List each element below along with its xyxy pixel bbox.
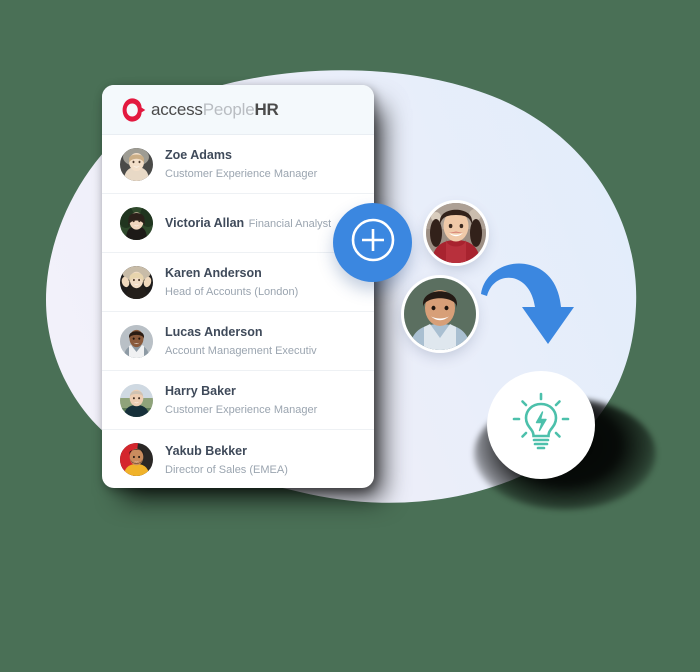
employee-role: Director of Sales (EMEA) — [165, 463, 288, 476]
employee-name: Yakub Bekker — [165, 443, 247, 458]
plus-circle-icon — [350, 217, 396, 268]
employee-list: Zoe Adams Customer Experience Manager Vi… — [102, 135, 374, 488]
employee-name: Zoe Adams — [165, 148, 232, 162]
list-item[interactable]: Karen Anderson Head of Accounts (London) — [102, 253, 374, 312]
curved-arrow-down-right-icon — [478, 258, 582, 358]
floating-avatar-woman-red-top[interactable] — [426, 203, 486, 263]
wordmark-access: access — [151, 100, 203, 119]
employee-text: Karen Anderson Head of Accounts (London) — [165, 264, 360, 300]
list-item[interactable]: Lucas Anderson Account Management Execut… — [102, 312, 374, 371]
list-item[interactable]: Harry Baker Customer Experience Manager — [102, 371, 374, 430]
people-hr-card: accessPeopleHR Zoe Adams Customer Experi… — [102, 85, 374, 488]
employee-role: Customer Experience Manager — [165, 404, 318, 416]
list-item[interactable]: Zoe Adams Customer Experience Manager — [102, 135, 374, 194]
avatar-victoria-allan — [120, 206, 153, 240]
employee-text: Harry Baker Customer Experience Manager — [165, 382, 360, 418]
wordmark-hr: HR — [254, 100, 279, 119]
avatar-karen-anderson — [120, 265, 153, 299]
avatar-zoe-adams — [120, 147, 153, 181]
employee-name: Harry Baker — [165, 384, 236, 398]
lightbulb-bolt-icon — [509, 391, 573, 460]
card-header: accessPeopleHR — [102, 85, 374, 135]
employee-name: Lucas Anderson — [165, 325, 263, 339]
employee-role: Account Management Executiv — [165, 345, 317, 357]
brand-wordmark: accessPeopleHR — [151, 101, 279, 118]
avatar-harry-baker — [120, 383, 153, 417]
employee-role: Financial Analyst — [248, 218, 332, 230]
employee-role: Head of Accounts (London) — [165, 286, 299, 298]
idea-badge — [487, 371, 595, 479]
employee-name: Karen Anderson — [165, 266, 262, 280]
access-ring-logo-icon — [120, 97, 146, 123]
employee-text: Lucas Anderson Account Management Execut… — [165, 323, 360, 359]
add-employee-button[interactable] — [333, 203, 412, 282]
avatar-lucas-anderson — [120, 324, 153, 358]
employee-text: Yakub Bekker Director of Sales (EMEA) — [165, 442, 360, 478]
employee-text: Zoe Adams Customer Experience Manager — [165, 146, 360, 182]
avatar-yakub-bekker — [120, 443, 153, 476]
wordmark-people: People — [202, 100, 255, 119]
list-item[interactable]: Yakub Bekker Director of Sales (EMEA) — [102, 430, 374, 488]
employee-name: Victoria Allan — [165, 216, 245, 230]
illustration-stage: accessPeopleHR Zoe Adams Customer Experi… — [0, 0, 700, 672]
employee-role: Customer Experience Manager — [165, 168, 318, 180]
employee-text: Victoria Allan Financial Analyst — [165, 214, 331, 232]
floating-avatar-man-blue-shirt[interactable] — [404, 278, 476, 350]
